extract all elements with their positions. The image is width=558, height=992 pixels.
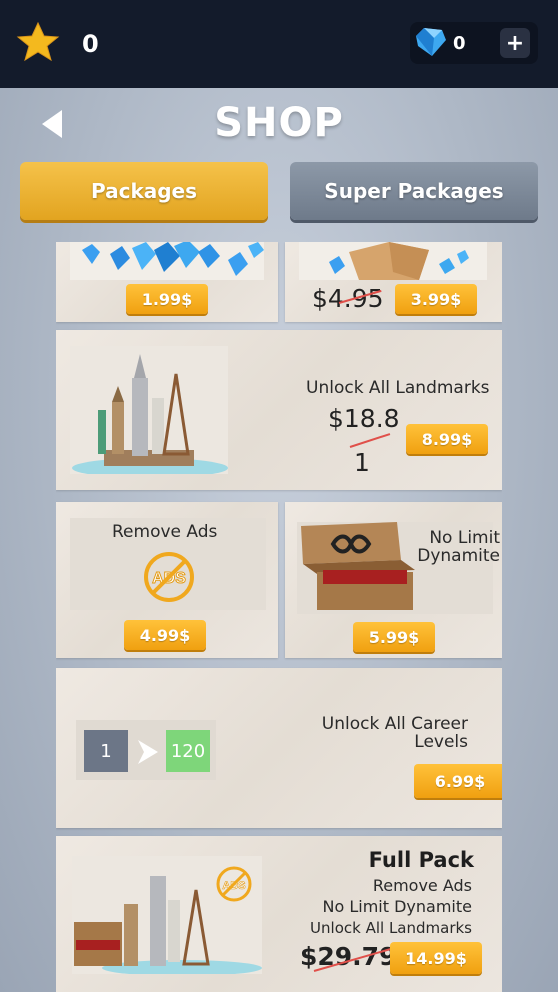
remove-ads-package-card[interactable]: Remove Ads ADS 4.99$ [56,502,278,658]
full-pack-line2: No Limit Dynamite [322,897,472,916]
career-to-level: 120 [166,730,210,772]
full-pack-buy-button[interactable]: 14.99$ [390,942,482,974]
remove-ads-title: Remove Ads [112,522,218,542]
no-ads-icon: ADS [144,552,194,602]
gems-buy-button[interactable]: 1.99$ [126,284,208,314]
landmarks-old-price-line1: $18.8 [328,404,400,433]
gems-package-card[interactable]: 1.99$ [56,242,278,322]
career-package-card[interactable]: 1 120 Unlock All Career Levels 6.99$ [56,668,502,828]
dynamite-buy-button[interactable]: 5.99$ [353,622,435,652]
landmarks-image [70,346,228,478]
career-title-line1: Unlock All Career [321,714,468,734]
page-title: SHOP [214,100,344,146]
star-count: 0 [82,30,99,58]
full-pack-line1: Remove Ads [372,876,472,895]
full-pack-icon: ADS [74,866,262,976]
landmarks-package-card[interactable]: Unlock All Landmarks $18.8 1 8.99$ [56,330,502,490]
full-pack-old-price: $29.79 [300,942,397,971]
career-buy-button[interactable]: 6.99$ [414,764,502,798]
add-gems-button[interactable]: + [500,28,530,58]
gem-count: 0 [453,33,466,54]
landmarks-buy-button[interactable]: 8.99$ [406,424,488,454]
landmarks-icon [72,354,228,478]
gem-crate-icon [329,242,469,280]
infinite-dynamite-box-icon [301,522,415,610]
package-list[interactable]: 1.99$ $4.95 3.99$ [56,242,502,992]
gem-balance: 0 + [410,22,538,64]
full-pack-image: ADS [72,856,262,976]
landmarks-old-price-line2: 1 [354,448,370,477]
landmarks-strike-line [349,433,391,448]
dynamite-package-card[interactable]: No Limit Dynamite 5.99$ [285,502,502,658]
career-title-line2: Levels [414,732,468,752]
full-pack-line3: Unlock All Landmarks [310,919,472,937]
crate-buy-button[interactable]: 3.99$ [395,284,477,314]
dynamite-title-line2: Dynamite [417,546,500,566]
career-from-level: 1 [84,730,128,772]
tab-packages[interactable]: Packages [20,162,268,220]
dynamite-title-line1: No Limit [429,528,500,548]
remove-ads-buy-button[interactable]: 4.99$ [124,620,206,650]
star-icon [16,22,60,62]
gems-image [70,242,264,280]
crate-package-card[interactable]: $4.95 3.99$ [285,242,502,322]
landmarks-title: Unlock All Landmarks [306,378,490,398]
tab-super-packages[interactable]: Super Packages [290,162,538,220]
gems-pile-icon [82,242,264,276]
top-bar: 0 0 + [0,0,558,88]
full-pack-card[interactable]: ADS Full Pack Remove Ads No Limit Dynami… [56,836,502,992]
gem-icon [416,28,446,56]
full-pack-title: Full Pack [368,848,474,872]
crate-image [299,242,487,280]
arrow-right-icon [138,740,158,764]
